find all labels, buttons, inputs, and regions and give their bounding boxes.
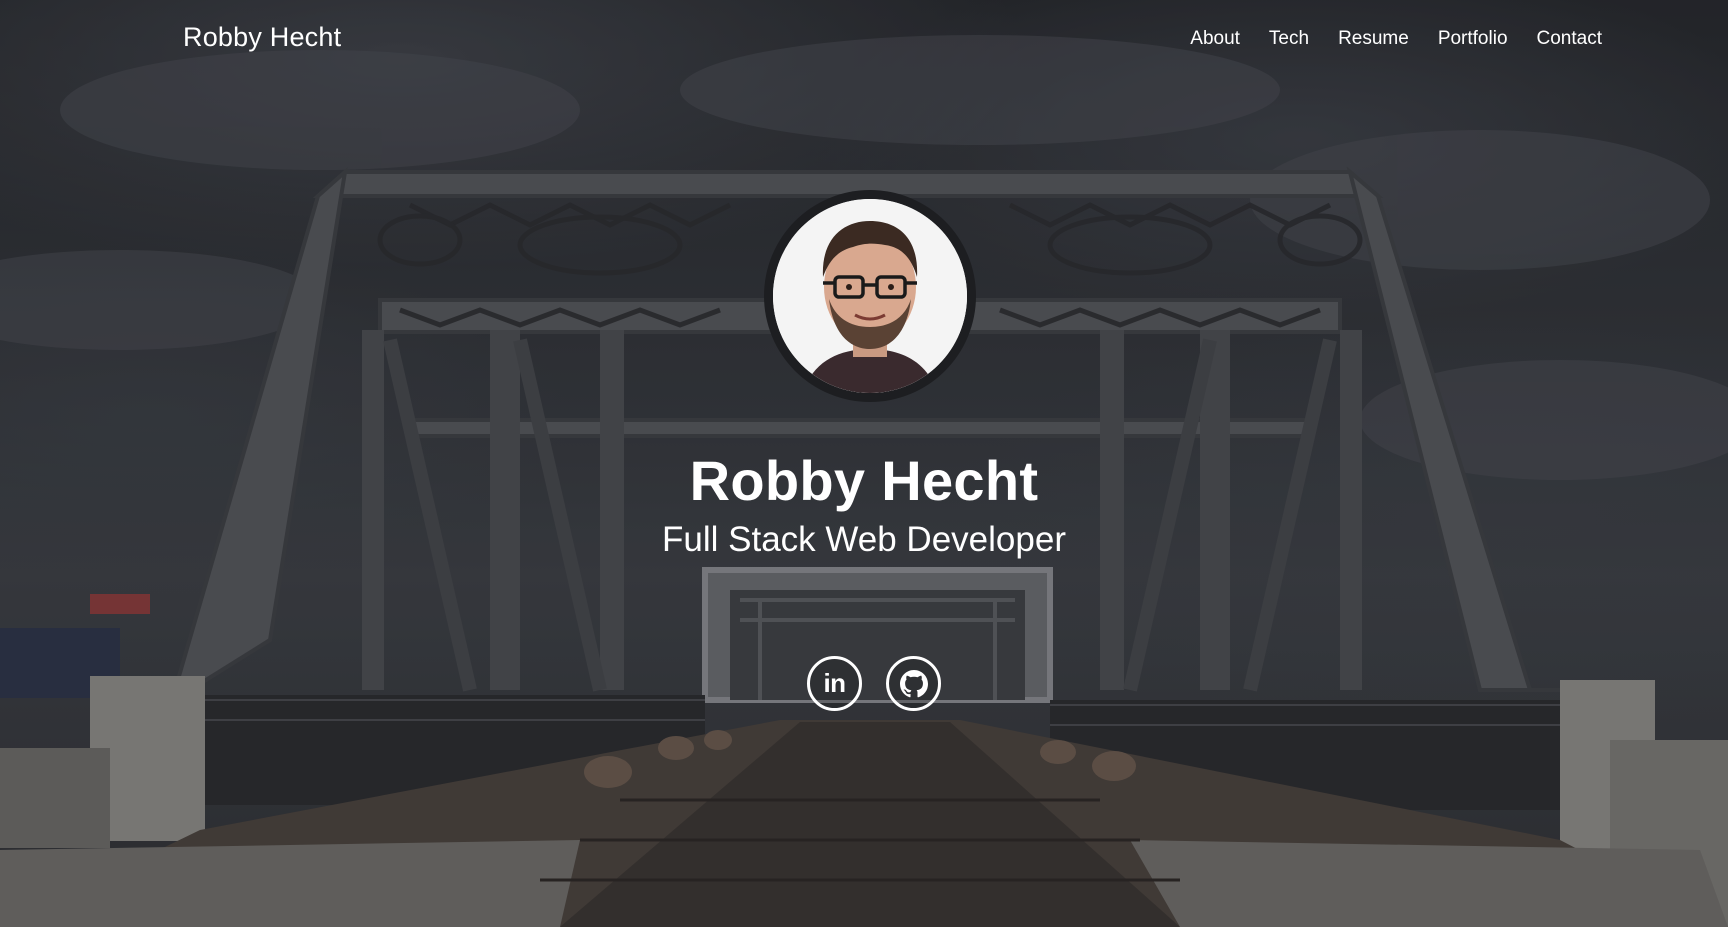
nav-link-resume[interactable]: Resume [1338,28,1409,50]
linkedin-button[interactable]: in [807,656,862,711]
navbar: Robby Hecht About Tech Resume Portfolio … [0,0,1728,80]
nav-links: About Tech Resume Portfolio Contact [1190,28,1602,50]
brand-link[interactable]: Robby Hecht [183,22,341,53]
social-links: in [807,656,941,711]
hero-name: Robby Hecht [689,449,1039,512]
hero-section: Robby Hecht About Tech Resume Portfolio … [0,0,1728,927]
linkedin-icon: in [823,667,846,698]
github-button[interactable] [886,656,941,711]
nav-link-contact[interactable]: Contact [1537,28,1602,50]
nav-link-about[interactable]: About [1190,28,1240,50]
avatar [764,190,976,402]
profile-photo [773,199,967,393]
github-icon [899,669,928,697]
nav-link-portfolio[interactable]: Portfolio [1438,28,1508,50]
hero-title: Full Stack Web Developer [662,520,1066,559]
nav-link-tech[interactable]: Tech [1269,28,1309,50]
